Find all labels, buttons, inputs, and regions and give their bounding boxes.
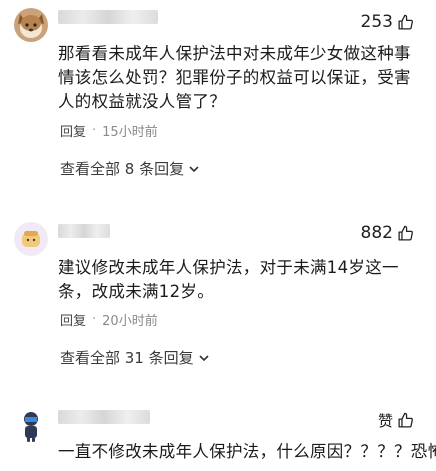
username-blurred[interactable] xyxy=(58,224,110,238)
thumbs-up-icon xyxy=(398,412,413,428)
separator-dot: · xyxy=(92,312,97,327)
comment-text: 那看看未成年人保护法中对未成年少女做这种事情该怎么处罚？犯罪份子的权益可以保证，… xyxy=(58,44,411,111)
comment-2: 882 建议修改未成年人保护法，对于未满14岁这一条，改成未满12岁。 回复 ·… xyxy=(0,210,436,370)
separator-dot: · xyxy=(92,123,97,138)
like-count: 253 xyxy=(360,12,393,32)
comment-1: 253 那看看未成年人保护法中对未成年少女做这种事情该怎么处罚？犯罪份子的权益可… xyxy=(0,0,436,190)
like-button[interactable]: 253 xyxy=(361,12,414,32)
timestamp: 15小时前 xyxy=(102,125,158,140)
reply-button[interactable]: 回复 xyxy=(60,121,86,140)
avatar-dog[interactable] xyxy=(14,8,48,42)
view-replies-label: 查看全部 31 条回复 xyxy=(60,349,194,367)
chevron-down-icon xyxy=(199,354,209,361)
reply-button[interactable]: 回复 xyxy=(60,310,86,329)
comment-text: 建议修改未成年人保护法，对于未满14岁这一条，改成未满12岁。 xyxy=(58,258,399,301)
thumbs-up-icon xyxy=(398,225,413,241)
comment-meta: 回复 · 20小时前 xyxy=(60,310,158,329)
avatar-character[interactable] xyxy=(14,408,48,442)
view-replies-button[interactable]: 查看全部 31 条回复 xyxy=(60,347,210,368)
view-replies-button[interactable]: 查看全部 8 条回复 xyxy=(60,158,200,179)
chevron-down-icon xyxy=(189,165,199,172)
comment-meta: 回复 · 15小时前 xyxy=(60,121,158,140)
like-button[interactable]: 882 xyxy=(361,223,414,243)
comment-text: 一直不修改未成年人保护法，什么原因？？？？恐怖 xyxy=(58,442,436,461)
avatar-bread[interactable] xyxy=(14,222,48,256)
like-count: 882 xyxy=(360,223,393,243)
username-blurred[interactable] xyxy=(58,410,150,424)
thumbs-up-icon xyxy=(398,14,413,30)
view-replies-label: 查看全部 8 条回复 xyxy=(60,160,185,178)
like-label: 赞 xyxy=(377,412,393,430)
like-button[interactable]: 赞 xyxy=(378,410,414,431)
timestamp: 20小时前 xyxy=(102,314,158,329)
username-blurred[interactable] xyxy=(58,10,158,24)
comment-3: 赞 一直不修改未成年人保护法，什么原因？？？？恐怖 xyxy=(0,398,436,471)
